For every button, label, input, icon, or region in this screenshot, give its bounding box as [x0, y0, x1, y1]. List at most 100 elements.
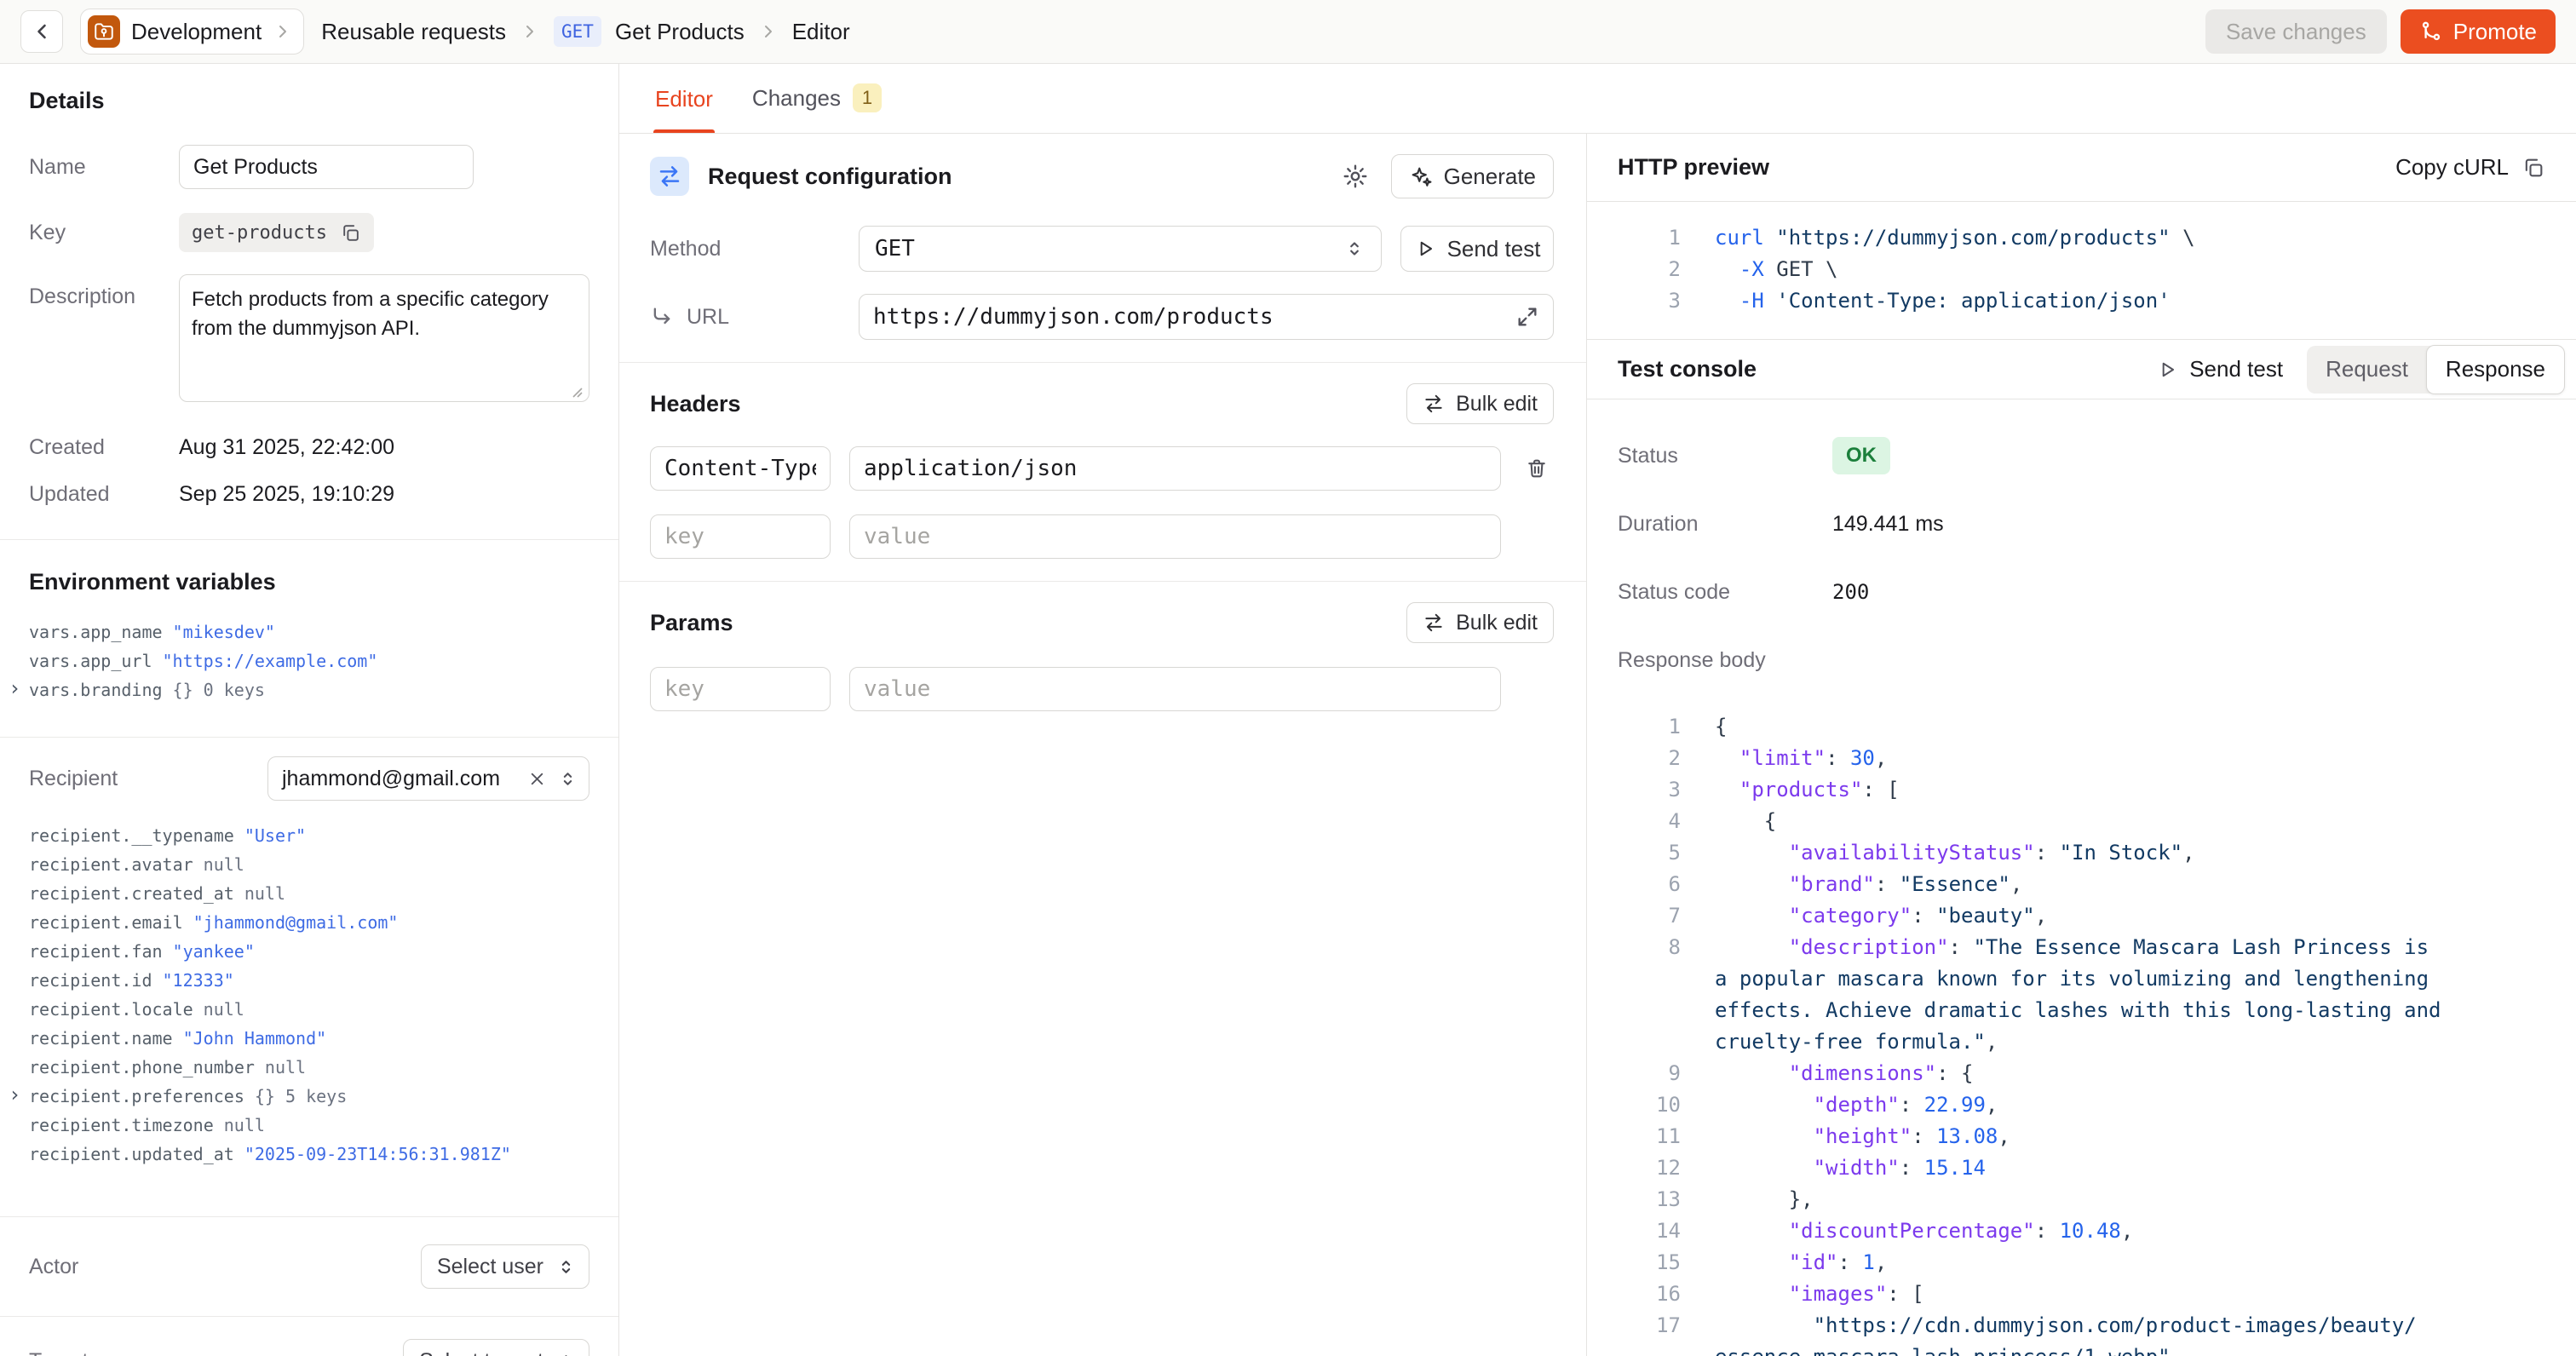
target-select[interactable]: Select tenant: [403, 1339, 589, 1356]
clear-recipient-icon[interactable]: [527, 769, 547, 789]
actor-select[interactable]: Select user: [421, 1244, 589, 1289]
expand-chevron-icon[interactable]: ›: [9, 1080, 20, 1109]
environment-switcher[interactable]: Development: [80, 9, 304, 55]
target-label: Target: [29, 1349, 179, 1356]
code-line: 8 "description": "The Essence Mascara La…: [1587, 932, 2576, 963]
line-number: 12: [1587, 1152, 1681, 1184]
request-configuration-title: Request configuration: [708, 164, 1342, 190]
code-line: 12 "width": 15.14: [1587, 1152, 2576, 1184]
variable-row: recipient.fan"yankee": [29, 937, 589, 966]
description-label: Description: [29, 284, 179, 309]
headers-bulk-edit-button[interactable]: Bulk edit: [1406, 383, 1554, 424]
copy-curl-label: Copy cURL: [2395, 154, 2509, 181]
tab-editor[interactable]: Editor: [655, 86, 713, 133]
delete-header-icon[interactable]: [1520, 457, 1554, 480]
variable-row[interactable]: ›vars.branding{} 0 keys: [29, 675, 589, 704]
generate-button[interactable]: Generate: [1391, 154, 1554, 198]
chevron-updown-icon: [555, 1351, 577, 1356]
expand-icon[interactable]: [1515, 305, 1539, 329]
variable-path: recipient.avatar: [29, 854, 193, 875]
headers-bulk-edit-label: Bulk edit: [1456, 392, 1538, 417]
code-line: 15 "id": 1,: [1587, 1247, 2576, 1278]
key-chip: get-products: [179, 213, 374, 252]
line-number: 17: [1587, 1310, 1681, 1342]
console-send-test-label: Send test: [2189, 356, 2283, 382]
url-input[interactable]: https://dummyjson.com/products: [859, 294, 1554, 340]
copy-key-icon[interactable]: [340, 222, 361, 244]
method-select[interactable]: GET: [859, 226, 1382, 272]
code-line: 2 "limit": 30,: [1587, 743, 2576, 774]
code-line: 10 "depth": 22.99,: [1587, 1089, 2576, 1121]
code-line: 17 "https://cdn.dummyjson.com/product-im…: [1587, 1310, 2576, 1342]
code-line: cruelty-free formula.",: [1587, 1026, 2576, 1058]
variable-path: recipient.updated_at: [29, 1144, 234, 1164]
console-send-test-button[interactable]: Send test: [2156, 356, 2283, 382]
updated-value: Sep 25 2025, 19:10:29: [179, 482, 394, 507]
send-test-button[interactable]: Send test: [1400, 226, 1554, 272]
recipient-selected-value: jhammond@gmail.com: [282, 767, 517, 791]
variable-row: recipient.__typename"User": [29, 821, 589, 850]
expand-chevron-icon[interactable]: ›: [9, 674, 20, 703]
line-number: 15: [1587, 1247, 1681, 1278]
code-line: 9 "dimensions": {: [1587, 1058, 2576, 1089]
details-sidebar: Details Name Key get-products Descriptio…: [0, 64, 619, 1356]
header-value-input[interactable]: [849, 446, 1501, 491]
line-number: 11: [1587, 1121, 1681, 1152]
variable-row: vars.app_name"mikesdev": [29, 618, 589, 646]
header-key-input-empty[interactable]: [650, 514, 831, 559]
recipient-combobox[interactable]: jhammond@gmail.com: [267, 756, 589, 801]
response-body-label: Response body: [1618, 648, 1832, 673]
code-line: 3 -H 'Content-Type: application/json': [1587, 285, 2550, 317]
environment-variables-heading: Environment variables: [29, 569, 589, 595]
variable-value: "John Hammond": [183, 1028, 327, 1049]
copy-curl-button[interactable]: Copy cURL: [2395, 154, 2545, 181]
breadcrumb-request-name[interactable]: Get Products: [615, 19, 745, 45]
variable-row: recipient.timezonenull: [29, 1111, 589, 1140]
breadcrumb-reusable-requests[interactable]: Reusable requests: [321, 19, 506, 45]
chevron-right-icon: [273, 21, 293, 42]
header-key-input[interactable]: [650, 446, 831, 491]
variable-value: "2025-09-23T14:56:31.981Z": [244, 1144, 511, 1164]
variable-path: recipient.name: [29, 1028, 173, 1049]
line-number: 2: [1587, 254, 1681, 285]
variable-row: recipient.phone_numbernull: [29, 1053, 589, 1082]
param-key-input[interactable]: [650, 667, 831, 711]
params-title: Params: [650, 610, 733, 636]
topbar-actions: Save changes Promote: [2205, 9, 2556, 54]
description-input[interactable]: [179, 274, 589, 402]
variable-path: recipient.fan: [29, 941, 163, 962]
line-number: 10: [1587, 1089, 1681, 1121]
request-config-icon: [650, 157, 689, 196]
chevron-right-icon: [520, 21, 540, 42]
variable-row: vars.app_url"https://example.com": [29, 646, 589, 675]
variable-row: recipient.updated_at "2025-09-23T14:56:31…: [29, 1140, 589, 1169]
params-bulk-edit-button[interactable]: Bulk edit: [1406, 602, 1554, 643]
tab-changes[interactable]: Changes 1: [752, 83, 882, 133]
back-button[interactable]: [20, 10, 63, 53]
header-value-input-empty[interactable]: [849, 514, 1501, 559]
save-changes-button[interactable]: Save changes: [2205, 9, 2387, 54]
line-number: [1587, 1026, 1681, 1058]
environment-folder-icon: [88, 15, 120, 48]
promote-button[interactable]: Promote: [2401, 9, 2556, 54]
resize-handle-icon[interactable]: [568, 383, 584, 399]
code-line: a popular mascara known for its volumizi…: [1587, 963, 2576, 995]
name-input[interactable]: [179, 145, 474, 189]
param-value-input[interactable]: [849, 667, 1501, 711]
response-tab[interactable]: Response: [2426, 345, 2565, 394]
variable-row[interactable]: ›recipient.preferences{} 5 keys: [29, 1082, 589, 1111]
key-label: Key: [29, 221, 179, 245]
line-number: 1: [1587, 711, 1681, 743]
environment-variables-list: vars.app_name"mikesdev"vars.app_url"http…: [29, 618, 589, 704]
request-tab[interactable]: Request: [2307, 346, 2427, 394]
chevron-updown-icon: [555, 1256, 577, 1278]
variable-row: recipient.name "John Hammond": [29, 1024, 589, 1053]
line-number: 5: [1587, 837, 1681, 869]
gear-icon[interactable]: [1342, 163, 1369, 190]
editor-tabs: Editor Changes 1: [619, 64, 2576, 134]
send-test-label: Send test: [1447, 236, 1541, 262]
chevron-updown-icon[interactable]: [557, 768, 578, 790]
code-line: 2 -X GET \: [1587, 254, 2550, 285]
code-line: 14 "discountPercentage": 10.48,: [1587, 1215, 2576, 1247]
headers-title: Headers: [650, 391, 741, 417]
